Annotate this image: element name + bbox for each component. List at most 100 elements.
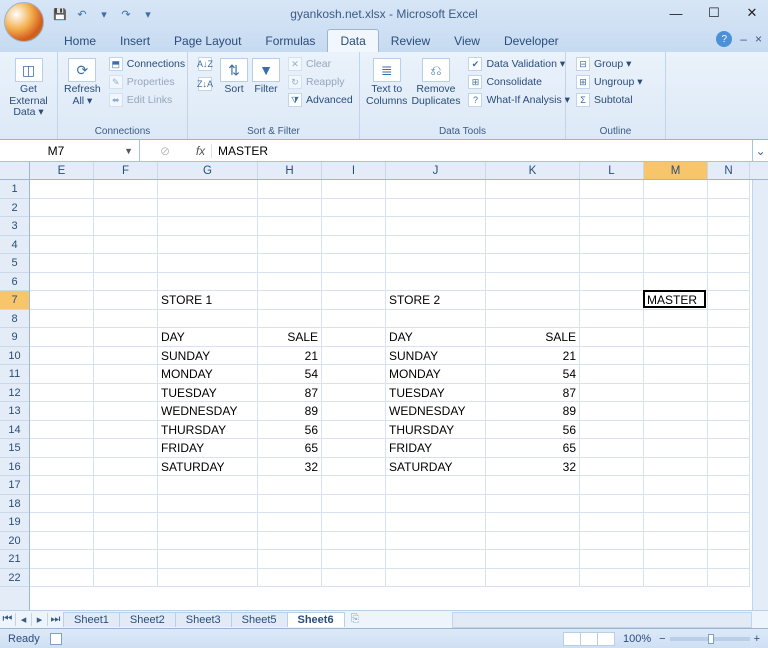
consolidate-button[interactable]: ⊞Consolidate [464,74,573,90]
cells-area[interactable]: STORE 1STORE 2MASTERDAYSALEDAYSALESUNDAY… [30,180,752,610]
row-header-13[interactable]: 13 [0,402,29,421]
cell-K15[interactable]: 65 [486,439,580,458]
tab-data[interactable]: Data [327,29,378,52]
expand-formula-icon[interactable]: ⌄ [752,140,768,161]
cell-J15[interactable]: FRIDAY [386,439,486,458]
cell-G18[interactable] [158,495,258,514]
edit-links-button[interactable]: ⬌Edit Links [105,92,189,108]
cell-M9[interactable] [644,328,708,347]
tab-page-layout[interactable]: Page Layout [162,30,253,52]
row-header-15[interactable]: 15 [0,439,29,458]
cell-E1[interactable] [30,180,94,199]
cell-N17[interactable] [708,476,750,495]
cell-G15[interactable]: FRIDAY [158,439,258,458]
cell-I18[interactable] [322,495,386,514]
cell-L21[interactable] [580,550,644,569]
cell-L12[interactable] [580,384,644,403]
normal-view-button[interactable] [563,632,581,646]
cell-I9[interactable] [322,328,386,347]
row-header-21[interactable]: 21 [0,550,29,569]
select-all-corner[interactable] [0,162,30,180]
formula-input[interactable]: MASTER [212,144,752,158]
what-if-button[interactable]: ?What-If Analysis ▾ [464,92,573,108]
cell-J19[interactable] [386,513,486,532]
cell-G13[interactable]: WEDNESDAY [158,402,258,421]
cell-H18[interactable] [258,495,322,514]
advanced-filter-button[interactable]: ⧩Advanced [284,92,357,108]
cell-E8[interactable] [30,310,94,329]
sort-asc-button[interactable]: A↓Z [194,56,216,72]
cell-L2[interactable] [580,199,644,218]
cell-J14[interactable]: THURSDAY [386,421,486,440]
page-layout-view-button[interactable] [580,632,598,646]
undo-icon[interactable]: ↶ [74,6,90,22]
cell-E19[interactable] [30,513,94,532]
cell-N5[interactable] [708,254,750,273]
cell-H4[interactable] [258,236,322,255]
sort-button[interactable]: ⇅ Sort [220,54,248,96]
zoom-out-icon[interactable]: − [659,633,665,645]
cell-M13[interactable] [644,402,708,421]
fx-icon[interactable]: fx [190,144,212,158]
cell-N21[interactable] [708,550,750,569]
cell-L20[interactable] [580,532,644,551]
cell-J1[interactable] [386,180,486,199]
cell-N9[interactable] [708,328,750,347]
row-header-12[interactable]: 12 [0,384,29,403]
cell-L22[interactable] [580,569,644,588]
cell-K12[interactable]: 87 [486,384,580,403]
clear-filter-button[interactable]: ✕Clear [284,56,357,72]
cell-M1[interactable] [644,180,708,199]
cell-E21[interactable] [30,550,94,569]
cell-F8[interactable] [94,310,158,329]
data-validation-button[interactable]: ✔Data Validation ▾ [464,56,573,72]
cell-F7[interactable] [94,291,158,310]
cell-H22[interactable] [258,569,322,588]
cell-H13[interactable]: 89 [258,402,322,421]
cell-H16[interactable]: 32 [258,458,322,477]
col-header-E[interactable]: E [30,162,94,179]
page-break-view-button[interactable] [597,632,615,646]
tab-developer[interactable]: Developer [492,30,571,52]
cell-H2[interactable] [258,199,322,218]
cell-L7[interactable] [580,291,644,310]
cell-G19[interactable] [158,513,258,532]
cell-K13[interactable]: 89 [486,402,580,421]
cell-L16[interactable] [580,458,644,477]
cell-F21[interactable] [94,550,158,569]
qat-customize-icon[interactable]: ▾ [140,6,156,22]
cell-E16[interactable] [30,458,94,477]
cell-H19[interactable] [258,513,322,532]
cell-E20[interactable] [30,532,94,551]
cell-F20[interactable] [94,532,158,551]
cell-K20[interactable] [486,532,580,551]
cell-K4[interactable] [486,236,580,255]
cell-F4[interactable] [94,236,158,255]
row-header-1[interactable]: 1 [0,180,29,199]
col-header-H[interactable]: H [258,162,322,179]
cell-K11[interactable]: 54 [486,365,580,384]
cell-E12[interactable] [30,384,94,403]
cell-I21[interactable] [322,550,386,569]
cell-G16[interactable]: SATURDAY [158,458,258,477]
cell-M22[interactable] [644,569,708,588]
cell-M19[interactable] [644,513,708,532]
cell-J17[interactable] [386,476,486,495]
cell-J10[interactable]: SUNDAY [386,347,486,366]
name-box[interactable]: ▼ [0,140,140,161]
cell-F2[interactable] [94,199,158,218]
row-header-9[interactable]: 9 [0,328,29,347]
cell-L4[interactable] [580,236,644,255]
cell-I5[interactable] [322,254,386,273]
cell-F5[interactable] [94,254,158,273]
cell-G11[interactable]: MONDAY [158,365,258,384]
row-header-20[interactable]: 20 [0,532,29,551]
cell-M15[interactable] [644,439,708,458]
cell-K18[interactable] [486,495,580,514]
cell-H17[interactable] [258,476,322,495]
connections-button[interactable]: ⬒Connections [105,56,189,72]
filter-button[interactable]: ▼ Filter [252,54,280,96]
cell-I7[interactable] [322,291,386,310]
zoom-level[interactable]: 100% [623,633,651,645]
spreadsheet-grid[interactable]: 12345678910111213141516171819202122 STOR… [0,180,768,610]
